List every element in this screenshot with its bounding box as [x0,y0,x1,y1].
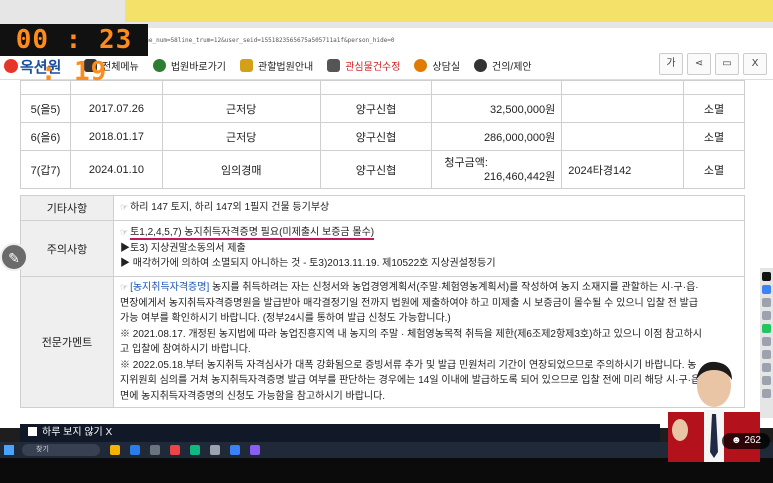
app-icon[interactable] [230,445,240,455]
pencil-icon: ✎ [8,251,20,267]
caution-row: 주의사항 ☞ 토1,2,4,5,7) 농지취득자격증명 필요(미제출시 보증금 몰… [20,220,745,277]
menu-watchlist-edit[interactable]: 관심물건수정 [327,58,400,73]
browser-icon[interactable] [130,445,140,455]
right-tool-column [760,268,773,418]
edit-pencil-button[interactable]: ✎ [0,243,28,271]
dismiss-text: 하루 보지 않기 X [42,427,113,438]
table-row: 6(을6) 2018.01.17 근저당 양구신협 286,000,000원 소… [20,122,745,151]
menu-court-link[interactable]: 법원바로가기 [152,58,226,73]
caution-line-3: ▶ 매각허가에 의하여 소멸되지 아니하는 것 - 토3)2013.11.19.… [120,258,496,270]
app-icon[interactable] [170,445,180,455]
court-icon [152,58,166,72]
app-icon[interactable] [210,445,220,455]
table-row: 5(을5) 2017.07.26 근저당 양구신협 32,500,000원 소멸 [20,94,745,123]
registry-table: 5(을5) 2017.07.26 근저당 양구신협 32,500,000원 소멸… [20,80,745,189]
main-menu: 전체메뉴 법원바로가기 관할법원안내 관심물건수정 상담실 건의/제안 [84,50,546,80]
countdown-timer: 00 : 23 : 19 [0,24,148,87]
bookmark-icon [327,58,341,72]
logo-icon [4,59,18,73]
tool-buttons: 가 ⋖ ▭ X [655,53,767,75]
person-icon: ☻ [731,435,745,446]
windows-start-icon[interactable] [4,445,14,455]
viewer-count: ☻ 262 [722,433,770,449]
menu-consult[interactable]: 상담실 [414,58,460,73]
folder-icon[interactable] [110,445,120,455]
tool-icon[interactable] [762,324,771,333]
expert-para-2: ※ 2021.08.17. 개정된 농지법에 따라 농업진흥지역 내 농지의 주… [120,328,702,356]
close-button[interactable]: X [743,53,767,75]
claim-amount-value: 216,460,442원 [483,170,556,183]
tool-icon[interactable] [762,285,771,294]
detail-content: 5(을5) 2017.07.26 근저당 양구신협 32,500,000원 소멸… [20,80,745,428]
auction-site: 13496line_num=58line_trum=12&user_seid=1… [0,28,773,428]
expert-row: 전문가멘트 ☞ [농지취득자격증명] 농지를 취득하려는 자는 신청서와 농업경영… [20,276,745,408]
video-bottom-bar [0,458,773,483]
tool-icon[interactable] [762,389,771,398]
taskbar-search[interactable]: 찾기 [22,444,100,456]
app-icon[interactable] [190,445,200,455]
expert-label: 전문가멘트 [20,276,114,408]
tool-icon[interactable] [762,350,771,359]
taskbar-apps [110,445,270,455]
pointer-icon: ☞ [120,282,129,292]
browser-tab-highlight [125,0,773,22]
pointer-icon: ☞ [120,202,129,213]
table-row [20,80,745,95]
app-icon[interactable] [250,445,260,455]
caution-line-1: 토1,2,4,5,7) 농지취득자격증명 필요(미제출시 보증금 몰수) [130,227,375,241]
pointer-icon: ☞ [120,227,129,238]
print-icon: ▭ [722,58,732,69]
dismiss-notice-bar[interactable]: 하루 보지 않기 X [20,424,660,442]
tool-icon[interactable] [762,376,771,385]
dismiss-checkbox[interactable] [28,427,37,436]
caution-line-2: ▶토3) 지상권말소동의서 제출 [120,242,246,254]
etc-text: 하리 147 토지, 하리 147외 1필지 건물 등기부상 [130,202,330,214]
screen: 00 : 23 : 19 13496line_num=58line_trum=1… [0,0,773,483]
tool-icon[interactable] [762,272,771,281]
print-button[interactable]: ▭ [715,53,739,75]
table-row: 7(갑7) 2024.01.10 임의경매 양구신협 청구금액: 216,460… [20,150,745,189]
font-size-button[interactable]: 가 [659,53,683,75]
os-taskbar: 찾기 [0,442,773,458]
app-icon[interactable] [150,445,160,455]
headset-icon [474,58,488,72]
tool-icon[interactable] [762,337,771,346]
tool-icon[interactable] [762,311,771,320]
chat-icon [414,58,428,72]
caution-label: 주의사항 [20,220,114,277]
menu-suggest[interactable]: 건의/제안 [474,58,532,73]
expert-para-3: ※ 2022.05.18.부터 농지취득 자격심사가 대폭 강화됨으로 증빙서류… [120,359,704,402]
info-table: 기타사항 ☞ 하리 147 토지, 하리 147외 1필지 건물 등기부상 주의사… [20,195,745,408]
url-text: 13496line_num=58line_trum=12&user_seid=1… [120,37,395,44]
etc-row: 기타사항 ☞ 하리 147 토지, 하리 147외 1필지 건물 등기부상 [20,195,745,221]
tool-icon[interactable] [762,363,771,372]
presenter-hand [672,419,688,441]
share-icon: ⋖ [694,58,704,69]
share-button[interactable]: ⋖ [687,53,711,75]
menu-court-guide[interactable]: 관할법원안내 [240,58,313,73]
building-icon [240,58,254,72]
tool-icon[interactable] [762,298,771,307]
expert-tag: [농지취득자격증명] [130,282,210,293]
claim-amount-label: 청구금액: [444,156,488,169]
etc-label: 기타사항 [20,195,114,221]
